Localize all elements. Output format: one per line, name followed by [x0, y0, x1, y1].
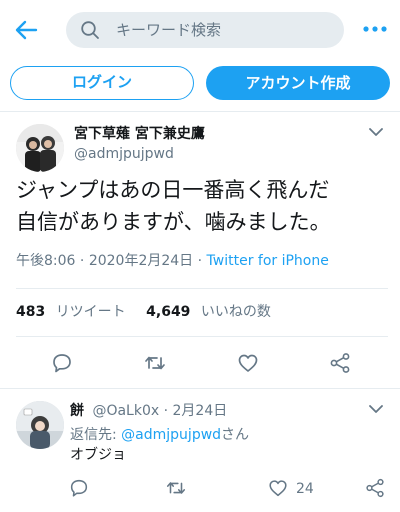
avatar[interactable] — [16, 124, 64, 172]
tweet-stats: 483 リツイート 4,649 いいねの数 — [16, 302, 271, 322]
retweet-count[interactable]: 483 — [16, 304, 45, 320]
display-name[interactable]: 宮下草薙 宮下兼史鷹 — [74, 124, 205, 144]
tweet-source[interactable]: Twitter for iPhone — [207, 253, 329, 269]
reply-like-count: 24 — [296, 481, 314, 497]
search-input[interactable]: キーワード検索 — [66, 12, 344, 48]
replying-prefix: 返信先: — [70, 427, 122, 443]
heart-icon[interactable] — [267, 477, 289, 499]
like-count[interactable]: 4,649 — [146, 304, 190, 320]
avatar[interactable] — [16, 401, 64, 449]
reply-date[interactable]: 2月24日 — [173, 403, 228, 419]
separator-dot: · — [197, 253, 207, 269]
retweet-label[interactable]: リツイート — [56, 304, 126, 320]
like-label[interactable]: いいねの数 — [201, 304, 271, 320]
share-icon[interactable] — [328, 351, 352, 375]
separator-dot: · — [163, 403, 173, 419]
tweet-time[interactable]: 午後8:06 — [16, 253, 75, 269]
divider — [16, 336, 388, 337]
reply-handle[interactable]: @OaLk0x — [92, 403, 159, 419]
share-icon[interactable] — [364, 477, 386, 499]
reply-header: 餅 @OaLk0x · 2月24日 — [70, 401, 227, 421]
replying-suffix: さん — [221, 427, 250, 443]
main-tweet: 宮下草薙 宮下兼史鷹 @admjpujpwd ジャンプはあの日一番高く飛んだ 自… — [0, 112, 400, 388]
chevron-down-icon[interactable] — [368, 126, 384, 138]
reply-display-name[interactable]: 餅 — [70, 403, 84, 419]
tweet-meta: 午後8:06 · 2020年2月24日 · Twitter for iPhone — [16, 251, 329, 271]
reply-text: オブジョ — [70, 447, 126, 463]
tweet-actions — [0, 348, 400, 378]
heart-icon[interactable] — [236, 351, 260, 375]
replying-handle-link[interactable]: @admjpujpwd — [121, 427, 221, 443]
retweet-icon[interactable] — [143, 351, 167, 375]
reply-icon[interactable] — [50, 351, 74, 375]
login-button[interactable]: ログイン — [10, 66, 194, 100]
tweet-text-line: 自信がありますが、噛みました。 — [16, 210, 331, 234]
search-placeholder: キーワード検索 — [116, 21, 222, 39]
separator-dot: · — [79, 253, 89, 269]
tweet-date[interactable]: 2020年2月24日 — [89, 253, 193, 269]
tweet-text-line: ジャンプはあの日一番高く飛んだ — [16, 178, 330, 202]
user-handle[interactable]: @admjpujpwd — [74, 144, 174, 164]
avatar-photo — [16, 124, 64, 172]
reply-actions: 24 — [0, 477, 400, 501]
tweet-text: ジャンプはあの日一番高く飛んだ 自信がありますが、噛みました。 — [16, 174, 388, 238]
auth-bar: ログイン アカウント作成 — [0, 58, 400, 112]
back-arrow-icon[interactable] — [12, 16, 40, 44]
top-bar: キーワード検索 — [0, 0, 400, 58]
retweet-icon[interactable] — [165, 477, 187, 499]
more-options-icon[interactable] — [360, 18, 390, 40]
replying-to: 返信先: @admjpujpwdさん — [70, 425, 249, 445]
reply-icon[interactable] — [68, 477, 90, 499]
avatar-illustration — [16, 401, 64, 449]
divider — [16, 288, 388, 289]
search-icon — [81, 21, 99, 39]
chevron-down-icon[interactable] — [368, 403, 384, 415]
reply-tweet[interactable]: 餅 @OaLk0x · 2月24日 返信先: @admjpujpwdさん オブジ… — [0, 388, 400, 512]
signup-button[interactable]: アカウント作成 — [206, 66, 390, 100]
